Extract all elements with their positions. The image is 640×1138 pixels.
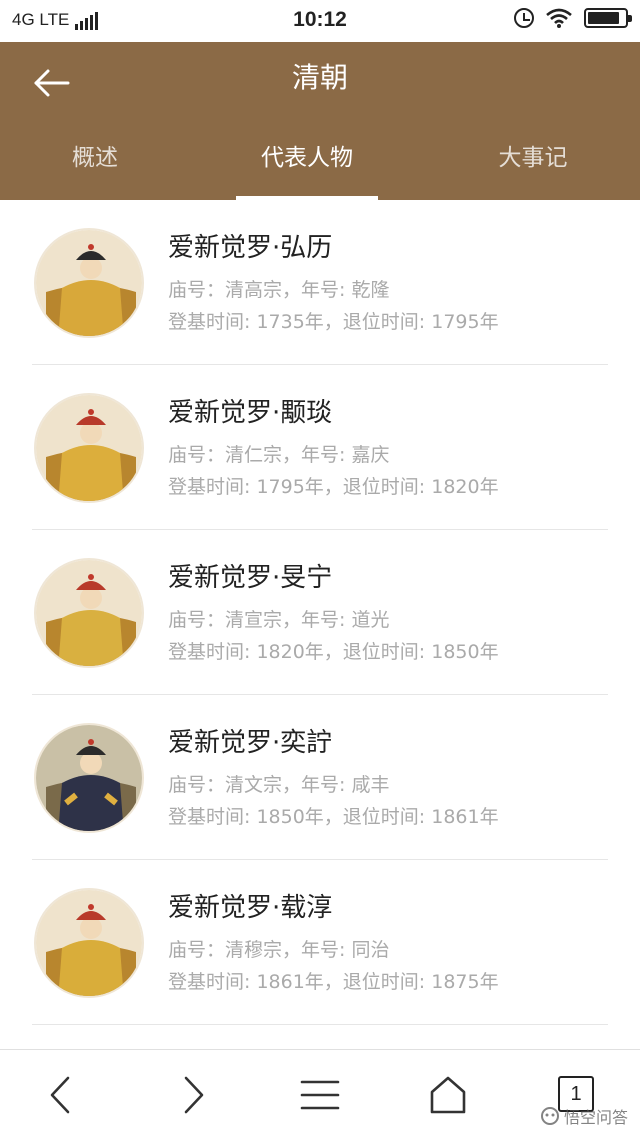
portrait-avatar <box>34 228 144 338</box>
emperor-name: 爱新觉罗·旻宁 <box>168 563 333 593</box>
portrait-avatar <box>34 888 144 998</box>
battery-icon <box>584 8 632 28</box>
reign-dates: 登基时间: 1850年，退位时间: 1861年 <box>168 806 499 828</box>
emperor-name: 爱新觉罗·颙琰 <box>168 398 333 428</box>
tab-overview[interactable]: 概述 <box>40 140 150 200</box>
emperor-name: 爱新觉罗·奕詝 <box>168 728 333 758</box>
alarm-icon <box>514 8 534 28</box>
status-icons <box>514 8 632 28</box>
list-item[interactable]: 爱新觉罗·旻宁 庙号：清宣宗，年号: 道光 登基时间: 1820年，退位时间: … <box>0 530 640 695</box>
portrait-avatar <box>34 723 144 833</box>
reign-dates: 登基时间: 1861年，退位时间: 1875年 <box>168 971 499 993</box>
list-item[interactable]: 爱新觉罗·载淳 庙号：清穆宗，年号: 同治 登基时间: 1861年，退位时间: … <box>0 860 640 1025</box>
tab-label: 大事记 <box>498 145 568 171</box>
temple-name-era: 庙号：清文宗，年号: 咸丰 <box>168 774 390 796</box>
reign-dates: 登基时间: 1820年，退位时间: 1850年 <box>168 641 499 663</box>
wifi-icon <box>546 8 572 28</box>
portrait-avatar <box>34 558 144 668</box>
watermark-logo-icon <box>540 1107 559 1125</box>
emperor-list: 爱新觉罗·弘历 庙号：清高宗，年号: 乾隆 登基时间: 1735年，退位时间: … <box>0 200 640 1025</box>
emperor-name: 爱新觉罗·弘历 <box>168 233 333 263</box>
page-title: 清朝 <box>291 61 348 94</box>
watermark: 悟空问答 <box>540 1104 628 1128</box>
forward-icon[interactable] <box>168 1072 216 1118</box>
menu-icon[interactable] <box>296 1072 344 1118</box>
portrait-avatar <box>34 393 144 503</box>
back-icon[interactable] <box>38 1072 86 1118</box>
tab-label: 代表人物 <box>261 145 353 171</box>
temple-name-era: 庙号：清穆宗，年号: 同治 <box>168 939 390 961</box>
tab-bar: 概述 代表人物 大事记 <box>0 140 640 200</box>
tab-chronicle[interactable]: 大事记 <box>478 140 588 200</box>
list-item[interactable]: 爱新觉罗·弘历 庙号：清高宗，年号: 乾隆 登基时间: 1735年，退位时间: … <box>0 200 640 365</box>
reign-dates: 登基时间: 1795年，退位时间: 1820年 <box>168 476 499 498</box>
tab-representative-figures[interactable]: 代表人物 <box>236 140 378 200</box>
divider <box>32 1024 608 1025</box>
app-header: 清朝 概述 代表人物 大事记 <box>0 42 640 200</box>
reign-dates: 登基时间: 1735年，退位时间: 1795年 <box>168 311 499 333</box>
list-item[interactable]: 爱新觉罗·颙琰 庙号：清仁宗，年号: 嘉庆 登基时间: 1795年，退位时间: … <box>0 365 640 530</box>
status-bar: 4G LTE 10:12 <box>0 0 640 42</box>
tab-count: 1 <box>570 1083 582 1105</box>
tab-label: 概述 <box>72 145 118 171</box>
bottom-navigation: 1 悟空问答 <box>0 1049 640 1138</box>
home-icon[interactable] <box>424 1072 472 1118</box>
watermark-text: 悟空问答 <box>563 1108 628 1127</box>
temple-name-era: 庙号：清仁宗，年号: 嘉庆 <box>168 444 390 466</box>
emperor-name: 爱新觉罗·载淳 <box>168 893 333 923</box>
temple-name-era: 庙号：清宣宗，年号: 道光 <box>168 609 390 631</box>
list-item[interactable]: 爱新觉罗·奕詝 庙号：清文宗，年号: 咸丰 登基时间: 1850年，退位时间: … <box>0 695 640 860</box>
temple-name-era: 庙号：清高宗，年号: 乾隆 <box>168 279 390 301</box>
